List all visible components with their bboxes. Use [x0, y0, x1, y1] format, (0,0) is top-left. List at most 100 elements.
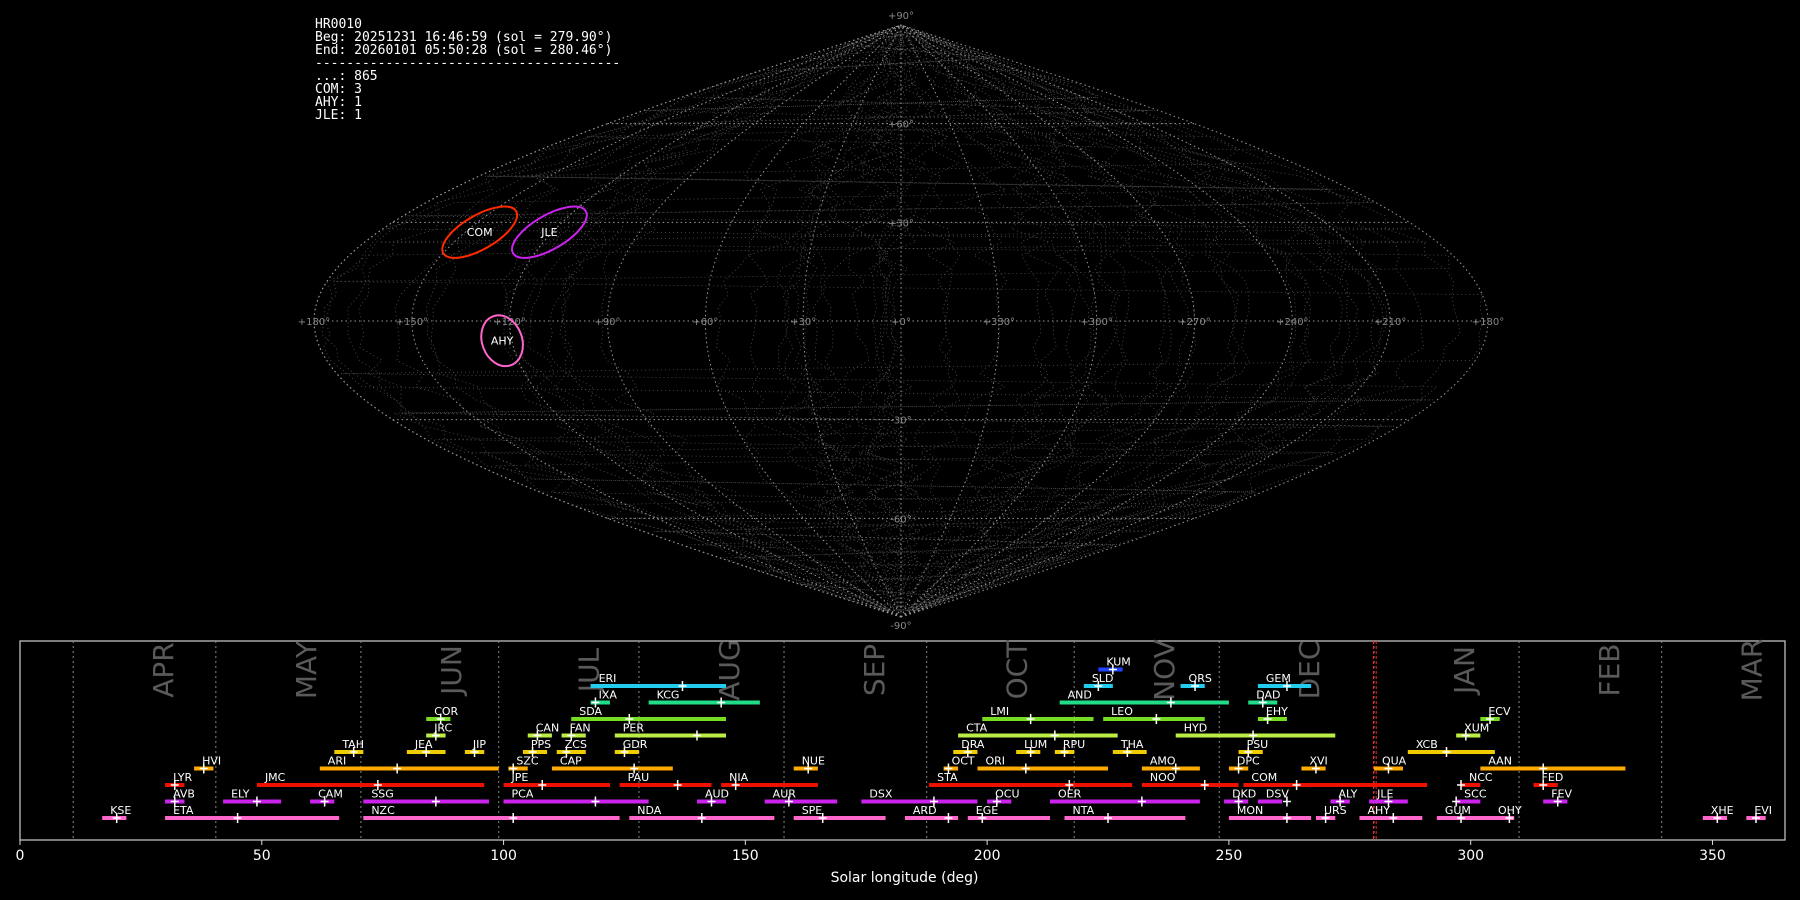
shower-label: AUD: [705, 788, 729, 801]
x-tick-label: 50: [253, 848, 271, 864]
month-label: OCT: [1001, 640, 1034, 700]
shower-label: PER: [623, 722, 645, 735]
shower-label: JIP: [472, 738, 486, 751]
shower-label: PCA: [512, 788, 534, 801]
shower-label: OHY: [1498, 804, 1522, 817]
shower-label: SSG: [371, 788, 394, 801]
shower-label: NDA: [637, 804, 662, 817]
shower-label: XUM: [1464, 722, 1489, 735]
shower-label: NUE: [802, 755, 825, 768]
shower-label: COR: [434, 705, 458, 718]
lon-label: +0°: [891, 317, 911, 328]
lon-label: +180°: [298, 317, 330, 328]
shower-label: ZCS: [565, 738, 587, 751]
shower-label: DSV: [1266, 788, 1289, 801]
shower-label: ETA: [173, 804, 194, 817]
lon-label: +180°: [1472, 317, 1504, 328]
shower-label: GDR: [623, 738, 648, 751]
shower-timeline: APR MAY JUN JUL AUG SEP OCT NOV DEC JAN FEB MARKSE E…: [16, 639, 1786, 886]
shower-label: GUM: [1445, 804, 1471, 817]
shower-label: DKD: [1232, 788, 1256, 801]
lat-label: +90°: [888, 11, 914, 22]
shower-label: JEA: [414, 738, 433, 751]
lon-label: +270°: [1178, 317, 1210, 328]
shower-label: NIA: [729, 771, 748, 784]
shower-label: SCC: [1464, 788, 1487, 801]
lat-label: -30°: [890, 416, 911, 427]
shower-label: FAN: [570, 722, 591, 735]
shower-label: CAN: [536, 722, 559, 735]
lon-label: +330°: [983, 317, 1015, 328]
lon-label: +210°: [1374, 317, 1406, 328]
x-axis-label: Solar longitude (deg): [831, 870, 979, 886]
month-label: JUN: [435, 645, 468, 697]
month-label: JAN: [1448, 646, 1481, 696]
shower-label: SLD: [1092, 672, 1114, 685]
lat-label: +60°: [888, 120, 914, 131]
shower-label: NZC: [371, 804, 395, 817]
shower-label: SPE: [802, 804, 823, 817]
shower-label: URS: [1324, 804, 1347, 817]
radiant-label: AHY: [491, 335, 514, 348]
shower-label: DSX: [869, 788, 892, 801]
x-tick-label: 250: [1216, 848, 1243, 864]
month-label: DEC: [1293, 641, 1326, 700]
shower-label: LEO: [1111, 705, 1133, 718]
shower-label: AND: [1068, 689, 1092, 702]
x-tick-label: 0: [16, 848, 25, 864]
lon-label: +300°: [1080, 317, 1112, 328]
shower-label: RPU: [1063, 738, 1085, 751]
shower-label: JMC: [264, 771, 286, 784]
shower-label: XCB: [1416, 738, 1438, 751]
shower-label: KCG: [657, 689, 680, 702]
shower-label: NTA: [1072, 804, 1094, 817]
shower-label: AHY: [1367, 804, 1390, 817]
shower-label: LYR: [173, 771, 192, 784]
lon-label: +150°: [396, 317, 428, 328]
shower-label: XVI: [1309, 755, 1327, 768]
shower-label: JLE: [1376, 788, 1393, 801]
shower-label: PPS: [531, 738, 551, 751]
shower-label: NOO: [1150, 771, 1176, 784]
month-label: NOV: [1148, 639, 1181, 701]
shower-label: JRC: [433, 722, 452, 735]
x-tick-label: 150: [732, 848, 759, 864]
shower-label: DAD: [1256, 689, 1280, 702]
lon-label: +30°: [790, 317, 816, 328]
sky-map: +180° +150° +120° +90° +60° +30° +0° +330° +300°…: [298, 11, 1504, 632]
shower-label: CAM: [318, 788, 343, 801]
shower-label: KSE: [110, 804, 131, 817]
shower-label: GEM: [1266, 672, 1291, 685]
meteor-trace: [358, 31, 1156, 611]
x-tick-label: 350: [1699, 848, 1726, 864]
shower-label: AAN: [1488, 755, 1512, 768]
shower-label: AVB: [173, 788, 195, 801]
meridian-line: [900, 24, 1391, 618]
shower-label: EVI: [1754, 804, 1772, 817]
shower-label: IXA: [599, 689, 618, 702]
shower-label: ERI: [599, 672, 617, 685]
lat-label: -90°: [890, 621, 911, 632]
shower-label: NCC: [1469, 771, 1493, 784]
shower-label: STA: [937, 771, 958, 784]
shower-label: CAP: [560, 755, 582, 768]
shower-label: CTA: [966, 722, 988, 735]
shower-label: LMI: [990, 705, 1009, 718]
lon-label: +60°: [692, 317, 718, 328]
shower-label: FEV: [1551, 788, 1572, 801]
shower-label: PAU: [628, 771, 650, 784]
shower-label: THA: [1120, 738, 1144, 751]
lon-label: +240°: [1276, 317, 1308, 328]
shower-label: ARD: [913, 804, 937, 817]
x-tick-label: 100: [490, 848, 517, 864]
shower-label: ELY: [231, 788, 250, 801]
shower-label: KUM: [1106, 656, 1130, 669]
month-label: SEP: [858, 644, 891, 696]
shower-label: ORI: [985, 755, 1005, 768]
lat-label: +30°: [888, 218, 914, 229]
shower-label: XHE: [1711, 804, 1734, 817]
shower-label: SZC: [516, 755, 539, 768]
radiant-label: COM: [467, 226, 493, 239]
shower-label: ARI: [328, 755, 346, 768]
shower-label: ALY: [1338, 788, 1357, 801]
